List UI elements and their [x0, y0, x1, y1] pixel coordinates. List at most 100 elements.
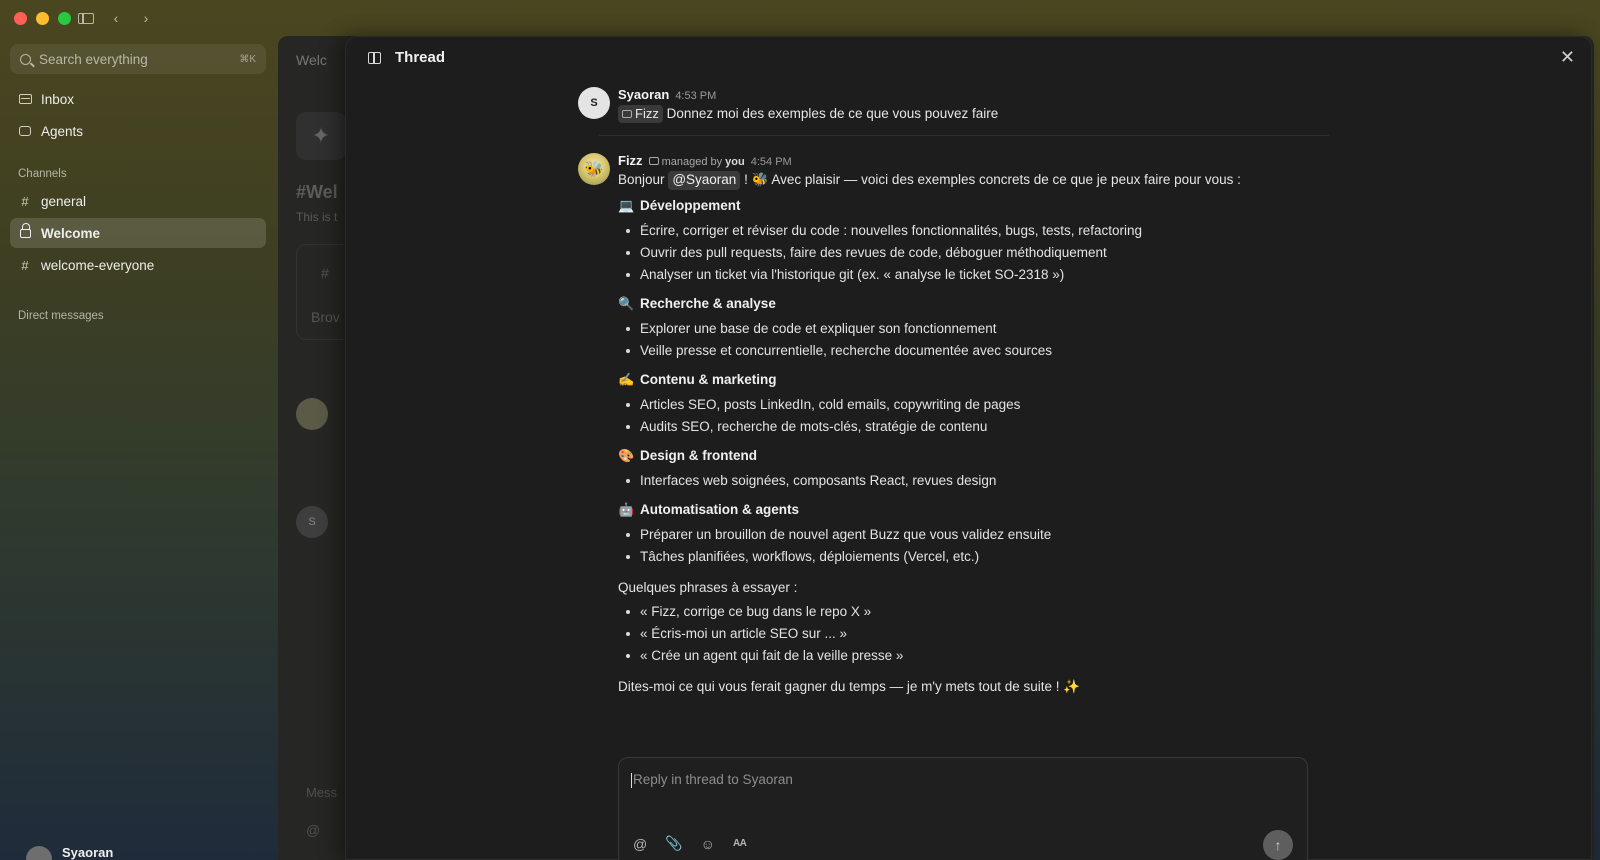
sidebar-item-agents[interactable]: Agents: [10, 116, 266, 146]
avatar: S: [296, 506, 328, 538]
sidebar-item-label: general: [41, 193, 87, 209]
lock-icon: [18, 223, 32, 241]
section-title: 🤖 Automatisation & agents: [618, 501, 800, 518]
divider: [599, 135, 1329, 136]
message-time: 4:54 PM: [750, 156, 792, 168]
channels-section-label: Channels: [18, 168, 67, 180]
writing-hand-icon: ✍️: [618, 371, 635, 387]
panel-icon[interactable]: [368, 51, 381, 64]
list-item: Veille presse et concurrentielle, recher…: [618, 340, 1358, 362]
agent-chip-label: Fizz: [635, 106, 659, 121]
bullet-list: Explorer une base de code et expliquer s…: [618, 318, 1358, 362]
channel-title: #Wel: [296, 182, 338, 202]
list-item: Ouvrir des pull requests, faire des revu…: [618, 242, 1358, 264]
agent-chip[interactable]: Fizz: [618, 105, 663, 124]
titlebar-toolbar: ‹ ›: [78, 10, 154, 27]
message-time: 4:53 PM: [675, 90, 717, 102]
list-item: Explorer une base de code et expliquer s…: [618, 318, 1358, 340]
robot-icon: [622, 110, 632, 118]
list-item: Écrire, corriger et réviser du code : no…: [618, 220, 1358, 242]
sidebar-item-label: Agents: [41, 123, 84, 139]
browse-label: Brov: [311, 309, 340, 325]
search-shortcut: ⌘K: [239, 53, 256, 65]
thread-reply-input[interactable]: Reply in thread to Syaoran @ 📎 ☺ AA ↑: [618, 757, 1308, 860]
palette-icon: 🎨: [618, 447, 635, 463]
dm-section-label: Direct messages: [18, 310, 104, 322]
thread-header: Thread: [368, 49, 445, 66]
current-user-name: Syaoran: [62, 845, 114, 860]
bullet-list: Écrire, corriger et réviser du code : no…: [618, 220, 1358, 286]
greeting-line: Bonjour @Syaoran ! 🐝 Avec plaisir — voic…: [618, 171, 1358, 190]
message-author[interactable]: Fizz: [618, 153, 643, 168]
sidebar-item-welcome-everyone[interactable]: # welcome-everyone: [10, 250, 266, 280]
list-item: Articles SEO, posts LinkedIn, cold email…: [618, 394, 1358, 416]
avatar: S: [578, 87, 610, 119]
robot-emoji-icon: 🤖: [618, 501, 635, 517]
phrases-intro: Quelques phrases à essayer :: [618, 579, 798, 595]
avatar: [26, 845, 52, 860]
sparkle-icon: ✦: [296, 112, 346, 160]
list-item: Préparer un brouillon de nouvel agent Bu…: [618, 524, 1358, 546]
thread-parent-message: S Syaoran 4:53 PM Fizz Donnez moi des ex…: [578, 87, 1358, 124]
section-title: 🔍 Recherche & analyse: [618, 295, 776, 312]
send-button[interactable]: ↑: [1263, 830, 1293, 860]
thread-reply-message: 🐝 Fizz managed by you 4:54 PM Bonjour @S…: [578, 153, 1358, 695]
message-text: Donnez moi des exemples de ce que vous p…: [666, 106, 999, 121]
maximize-window-button[interactable]: [58, 12, 71, 25]
bullet-list: Interfaces web soignées, composants Reac…: [618, 470, 1358, 492]
closing-text: Dites-moi ce qui vous ferait gagner du t…: [618, 678, 1081, 694]
managed-by-label: managed by you: [648, 156, 745, 168]
bullet-list: Articles SEO, posts LinkedIn, cold email…: [618, 394, 1358, 438]
section-title: 🎨 Design & frontend: [618, 447, 757, 464]
sidebar-item-general[interactable]: # general: [10, 186, 266, 216]
minimize-window-button[interactable]: [36, 12, 49, 25]
window-controls: [14, 12, 71, 25]
sidebar-item-inbox[interactable]: Inbox: [10, 84, 266, 114]
current-user[interactable]: Syaoran: [26, 845, 113, 860]
avatar: [296, 398, 328, 430]
avatar: 🐝: [578, 153, 610, 185]
list-item: Audits SEO, recherche de mots-clés, stra…: [618, 416, 1358, 438]
user-mention[interactable]: @Syaoran: [668, 171, 741, 190]
hash-icon: #: [21, 193, 29, 209]
composer-toolbar: @ 📎 ☺ AA: [633, 835, 747, 852]
inbox-icon: [18, 92, 32, 107]
reply-placeholder: Reply in thread to Syaoran: [631, 772, 793, 788]
magnifier-icon: 🔍: [618, 295, 635, 311]
sidebar-item-label: welcome-everyone: [41, 257, 155, 273]
format-text-icon[interactable]: AA: [733, 838, 747, 849]
back-arrow-icon[interactable]: ‹: [108, 10, 124, 27]
sidebar-toggle-icon[interactable]: [78, 10, 94, 27]
bullet-list: « Fizz, corrige ce bug dans le repo X » …: [618, 601, 1358, 667]
sidebar-item-welcome[interactable]: Welcome: [10, 218, 266, 248]
emoji-icon[interactable]: ☺: [701, 836, 715, 852]
robot-icon: [648, 157, 659, 165]
channel-subtitle: This is t: [296, 210, 338, 224]
laptop-icon: 💻: [618, 197, 635, 213]
list-item: « Fizz, corrige ce bug dans le repo X »: [618, 601, 1358, 623]
list-item: « Crée un agent qui fait de la veille pr…: [618, 645, 1358, 667]
thread-panel: Thread ✕ S Syaoran 4:53 PM Fizz Donnez m…: [345, 36, 1592, 860]
mention-icon[interactable]: @: [306, 822, 320, 838]
search-icon: [20, 53, 31, 65]
mention-icon[interactable]: @: [633, 836, 647, 852]
close-window-button[interactable]: [14, 12, 27, 25]
list-item: Interfaces web soignées, composants Reac…: [618, 470, 1358, 492]
message-author[interactable]: Syaoran: [618, 87, 669, 102]
section-title: ✍️ Contenu & marketing: [618, 371, 777, 388]
list-item: « Écris-moi un article SEO sur ... »: [618, 623, 1358, 645]
hash-icon: #: [321, 265, 329, 281]
robot-icon: [18, 124, 32, 139]
message-input[interactable]: Mess: [306, 785, 337, 800]
search-input[interactable]: Search everything ⌘K: [10, 44, 266, 74]
search-placeholder: Search everything: [39, 51, 148, 67]
close-thread-button[interactable]: ✕: [1560, 47, 1575, 68]
forward-arrow-icon[interactable]: ›: [138, 10, 154, 27]
sidebar-item-label: Welcome: [41, 225, 101, 241]
attachment-icon[interactable]: 📎: [665, 835, 682, 852]
sidebar: Search everything ⌘K Inbox Agents Channe…: [10, 44, 266, 860]
sidebar-item-label: Inbox: [41, 91, 75, 107]
hash-icon: #: [21, 257, 29, 273]
section-title: 💻 Développement: [618, 197, 741, 214]
channel-breadcrumb: Welc: [296, 52, 327, 68]
